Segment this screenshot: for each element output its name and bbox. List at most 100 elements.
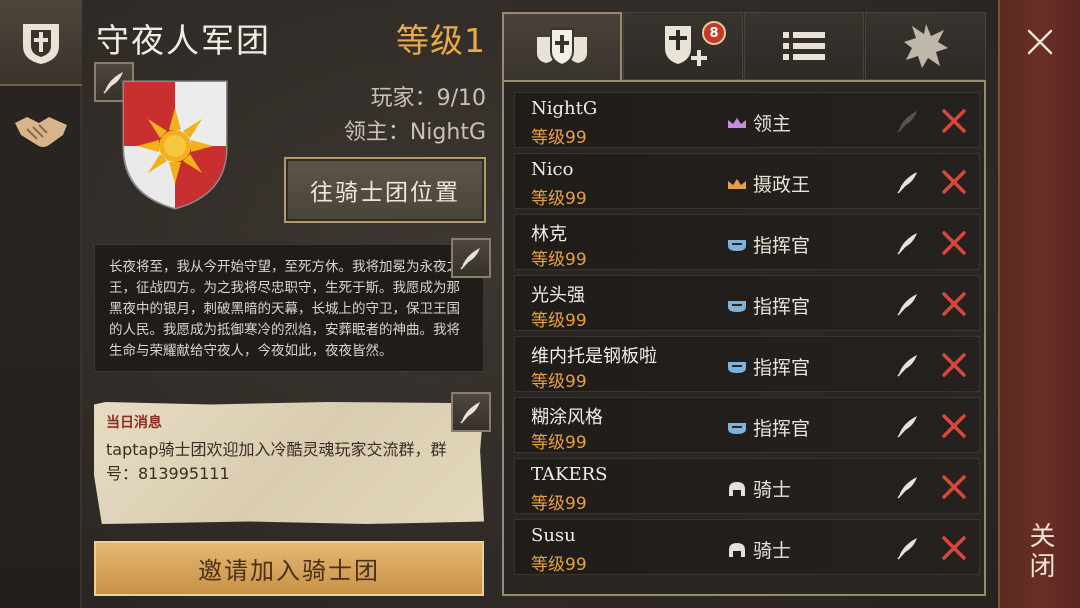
side-tab-guild[interactable] — [0, 0, 82, 86]
kick-member-button[interactable] — [939, 289, 969, 319]
member-rank: 指挥官 — [727, 231, 810, 258]
close-icon — [942, 536, 966, 560]
close-label[interactable]: 关闭 — [1022, 522, 1059, 582]
tab-applicants[interactable] — [623, 12, 743, 80]
kick-member-button[interactable] — [939, 533, 969, 563]
edit-member-button[interactable] — [893, 472, 923, 502]
knight-helm-icon — [729, 481, 745, 496]
member-row: NightG 等级99 领主 — [514, 92, 980, 148]
side-tab-strip — [0, 0, 82, 608]
member-name: TAKERS — [531, 464, 608, 485]
member-rank: 指挥官 — [727, 414, 810, 441]
member-rank-label: 骑士 — [753, 479, 792, 501]
edit-member-button[interactable] — [893, 289, 923, 319]
goto-guild-location-button[interactable]: 往骑士团位置 — [284, 157, 486, 223]
member-rank: 指挥官 — [727, 292, 810, 319]
guild-leader: 领主：NightG — [343, 120, 486, 145]
edit-member-button[interactable] — [893, 167, 923, 197]
tab-events[interactable] — [865, 12, 986, 80]
close-icon — [942, 414, 966, 438]
notice-text: taptap骑士团欢迎加入冷酷灵魂玩家交流群，群号：813995111 — [106, 440, 447, 483]
member-rank-label: 指挥官 — [753, 296, 811, 318]
edit-member-button — [893, 106, 923, 136]
close-icon — [942, 109, 966, 133]
helmet-icon — [728, 239, 746, 251]
helmet-icon — [728, 300, 746, 312]
side-tab-diplomacy[interactable] — [0, 88, 82, 174]
add-member-icon — [665, 26, 707, 66]
starburst-icon — [903, 24, 948, 68]
member-level: 等级99 — [531, 128, 587, 148]
member-rank: 骑士 — [727, 536, 791, 563]
guild-motto: 长夜将至，我从今开始守望，至死方休。我将加冕为永夜之王，征战四方。为之我将尽忠职… — [94, 244, 484, 372]
close-icon — [942, 353, 966, 377]
list-icon — [783, 32, 825, 60]
member-level: 等级99 — [531, 494, 587, 514]
feather-icon — [897, 355, 917, 377]
helmet-icon — [728, 361, 746, 373]
close-icon — [942, 170, 966, 194]
member-level: 等级99 — [531, 372, 587, 392]
member-row: Nico 等级99 摄政王 — [514, 153, 980, 209]
member-rank: 骑士 — [727, 475, 791, 502]
crown-icon — [728, 178, 746, 189]
kick-member-button[interactable] — [939, 106, 969, 136]
member-name: 维内托是钢板啦 — [531, 346, 657, 367]
daily-notice: 当日消息 taptap骑士团欢迎加入冷酷灵魂玩家交流群，群号：813995111 — [94, 402, 484, 524]
close-button[interactable] — [1020, 22, 1060, 62]
member-level: 等级99 — [531, 189, 587, 209]
helmet-icon — [728, 422, 746, 434]
crown-icon — [728, 117, 746, 128]
close-panel[interactable]: 关闭 — [998, 0, 1080, 608]
kick-member-button[interactable] — [939, 167, 969, 197]
member-row: Susu 等级99 骑士 — [514, 519, 980, 575]
feather-icon — [460, 402, 480, 424]
edit-member-button[interactable] — [893, 411, 923, 441]
member-row: TAKERS 等级99 骑士 — [514, 458, 980, 514]
member-rank: 领主 — [727, 109, 791, 136]
member-name: Susu — [531, 525, 576, 546]
edit-member-button[interactable] — [893, 350, 923, 380]
member-level: 等级99 — [531, 311, 587, 331]
guild-name: 守夜人军团 — [96, 21, 271, 60]
member-row: 林克 等级99 指挥官 — [514, 214, 980, 270]
guild-emblem — [120, 78, 230, 216]
close-icon — [942, 475, 966, 499]
tab-list[interactable] — [744, 12, 864, 80]
edit-motto-button[interactable] — [451, 238, 491, 278]
feather-icon — [460, 248, 480, 270]
member-rank-label: 骑士 — [753, 540, 792, 562]
feather-icon — [897, 477, 917, 499]
kick-member-button[interactable] — [939, 350, 969, 380]
member-name: 林克 — [531, 224, 567, 245]
feather-icon — [897, 294, 917, 316]
member-rank-label: 指挥官 — [753, 357, 811, 379]
invite-button[interactable]: 邀请加入骑士团 — [94, 541, 484, 596]
kick-member-button[interactable] — [939, 411, 969, 441]
member-row: 糊涂风格 等级99 指挥官 — [514, 397, 980, 453]
member-rank-label: 领主 — [753, 113, 792, 135]
knight-helm-icon — [729, 542, 745, 557]
feather-icon — [897, 111, 917, 133]
member-rank: 摄政王 — [727, 170, 810, 197]
feather-icon — [897, 233, 917, 255]
close-icon — [942, 231, 966, 255]
member-tabs — [502, 12, 986, 80]
member-level: 等级99 — [531, 555, 587, 575]
member-name: Nico — [531, 159, 574, 180]
edit-notice-button[interactable] — [451, 392, 491, 432]
feather-icon — [897, 538, 917, 560]
member-level: 等级99 — [531, 433, 587, 453]
close-icon — [1027, 29, 1053, 55]
player-count: 玩家：9/10 — [370, 86, 486, 111]
member-row: 光头强 等级99 指挥官 — [514, 275, 980, 331]
edit-member-button[interactable] — [893, 228, 923, 258]
kick-member-button[interactable] — [939, 228, 969, 258]
kick-member-button[interactable] — [939, 472, 969, 502]
guild-helmet-icon — [23, 24, 59, 64]
notice-title: 当日消息 — [106, 415, 162, 431]
edit-member-button[interactable] — [893, 533, 923, 563]
member-rank-label: 指挥官 — [753, 235, 811, 257]
feather-icon — [897, 172, 917, 194]
tab-members[interactable] — [502, 12, 622, 80]
